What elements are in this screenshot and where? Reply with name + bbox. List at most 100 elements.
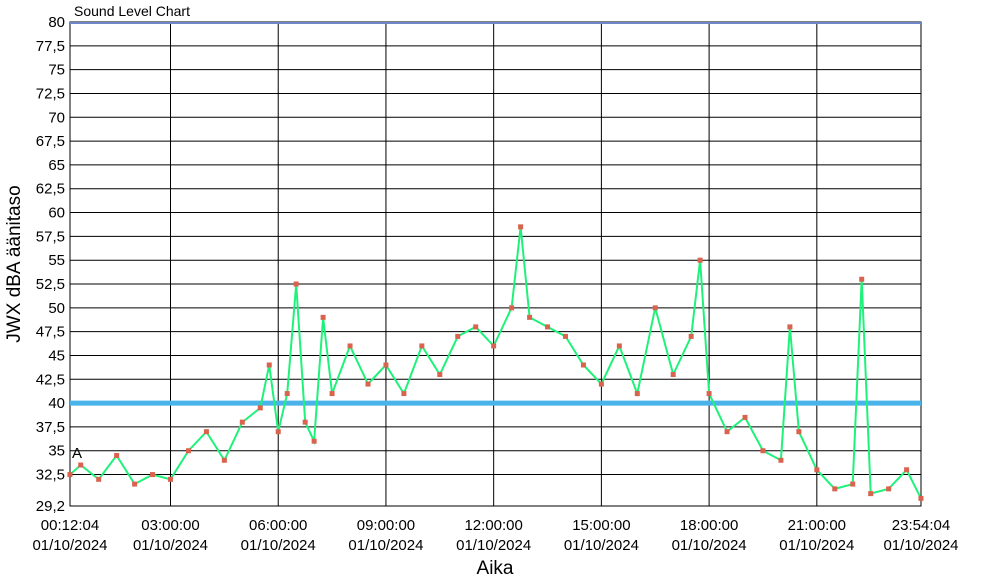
data-point <box>150 472 156 478</box>
y-tick-label: 55 <box>48 252 65 269</box>
data-point <box>688 333 694 339</box>
y-tick-label: 37,5 <box>36 419 65 436</box>
data-point <box>634 391 640 397</box>
chart-title: Sound Level Chart <box>74 3 190 19</box>
data-point <box>455 333 461 339</box>
x-tick-time: 06:00:00 <box>249 517 307 534</box>
x-tick-time: 18:00:00 <box>680 517 738 534</box>
data-point <box>742 414 748 420</box>
data-point <box>401 391 407 397</box>
data-point <box>904 467 910 473</box>
y-tick-label: 80 <box>48 14 65 31</box>
y-tick-label: 57,5 <box>36 228 65 245</box>
y-tick-label: 40 <box>48 395 65 412</box>
data-point <box>562 333 568 339</box>
data-point <box>760 448 766 454</box>
data-point <box>311 438 317 444</box>
data-point <box>724 429 730 435</box>
x-tick-date: 01/10/2024 <box>241 537 316 554</box>
data-point <box>545 324 551 330</box>
data-point <box>518 224 524 230</box>
x-tick-time: 00:12:04 <box>41 517 99 534</box>
y-tick-labels: 29,2 32,5 35 37,5 40 42,5 45 47,5 50 52,5 55 57,5 60… <box>36 14 65 515</box>
data-point <box>114 453 120 459</box>
y-tick-label: 50 <box>48 300 65 317</box>
x-tick-date: 01/10/2024 <box>672 537 747 554</box>
data-point <box>96 476 102 482</box>
data-point <box>778 457 784 463</box>
x-tick-time: 09:00:00 <box>357 517 415 534</box>
y-tick-label: 67,5 <box>36 133 65 150</box>
data-point <box>473 324 479 330</box>
data-point <box>302 419 308 425</box>
data-point <box>266 362 272 368</box>
sound-level-chart: Sound Level Chart 29,2 32,5 35 37,5 40 42,5 45… <box>4 3 959 579</box>
data-point <box>598 381 604 387</box>
x-axis-label: Aika <box>477 558 514 579</box>
x-tick-time: 15:00:00 <box>572 517 630 534</box>
data-point <box>78 462 84 468</box>
data-point <box>886 486 892 492</box>
y-tick-label: 42,5 <box>36 371 65 388</box>
x-tick-date: 01/10/2024 <box>348 537 423 554</box>
x-tick-labels: 00:12:04 01/10/2024 03:00:00 01/10/2024 06:0… <box>32 517 958 554</box>
data-point <box>850 481 856 487</box>
data-point <box>329 391 335 397</box>
data-point <box>239 419 245 425</box>
data-point <box>859 276 865 282</box>
data-point <box>832 486 838 492</box>
data-point <box>670 372 676 378</box>
data-point <box>419 343 425 349</box>
y-tick-label: 35 <box>48 443 65 460</box>
y-axis-label: JWX dBA äänitaso <box>4 185 25 342</box>
data-point <box>491 343 497 349</box>
data-point <box>347 343 353 349</box>
x-tick-date: 01/10/2024 <box>32 537 107 554</box>
data-point <box>706 391 712 397</box>
data-point <box>918 495 924 501</box>
y-tick-label: 72,5 <box>36 85 65 102</box>
x-tick-date: 01/10/2024 <box>133 537 208 554</box>
data-point <box>697 257 703 263</box>
data-point <box>132 481 138 487</box>
annotation-label: A <box>72 445 82 462</box>
data-point <box>257 405 263 411</box>
y-tick-label: 70 <box>48 109 65 126</box>
data-point <box>221 457 227 463</box>
data-point <box>527 314 533 320</box>
data-point <box>787 324 793 330</box>
data-point <box>616 343 622 349</box>
x-tick-date: 01/10/2024 <box>779 537 854 554</box>
data-point <box>284 391 290 397</box>
data-point <box>365 381 371 387</box>
x-tick-time: 23:54:04 <box>892 517 950 534</box>
data-point <box>652 305 658 311</box>
y-tick-label: 32,5 <box>36 467 65 484</box>
data-point <box>814 467 820 473</box>
y-tick-label: 52,5 <box>36 276 65 293</box>
data-point <box>868 491 874 497</box>
data-point <box>67 472 73 478</box>
y-tick-label: 65 <box>48 157 65 174</box>
y-tick-label: 60 <box>48 205 65 222</box>
data-point <box>437 372 443 378</box>
x-tick-date: 01/10/2024 <box>564 537 639 554</box>
y-tick-label: 29,2 <box>36 498 65 515</box>
data-point <box>275 429 281 435</box>
plot-area <box>69 21 922 507</box>
y-tick-label: 77,5 <box>36 38 65 55</box>
y-tick-label: 47,5 <box>36 324 65 341</box>
data-point <box>185 448 191 454</box>
data-point <box>203 429 209 435</box>
data-point <box>320 314 326 320</box>
x-tick-date: 01/10/2024 <box>456 537 531 554</box>
x-tick-time: 21:00:00 <box>788 517 846 534</box>
y-tick-label: 45 <box>48 347 65 364</box>
data-point <box>509 305 515 311</box>
data-point <box>796 429 802 435</box>
data-point <box>580 362 586 368</box>
y-tick-label: 62,5 <box>36 181 65 198</box>
data-point <box>383 362 389 368</box>
data-point <box>168 476 174 482</box>
data-point <box>293 281 299 287</box>
